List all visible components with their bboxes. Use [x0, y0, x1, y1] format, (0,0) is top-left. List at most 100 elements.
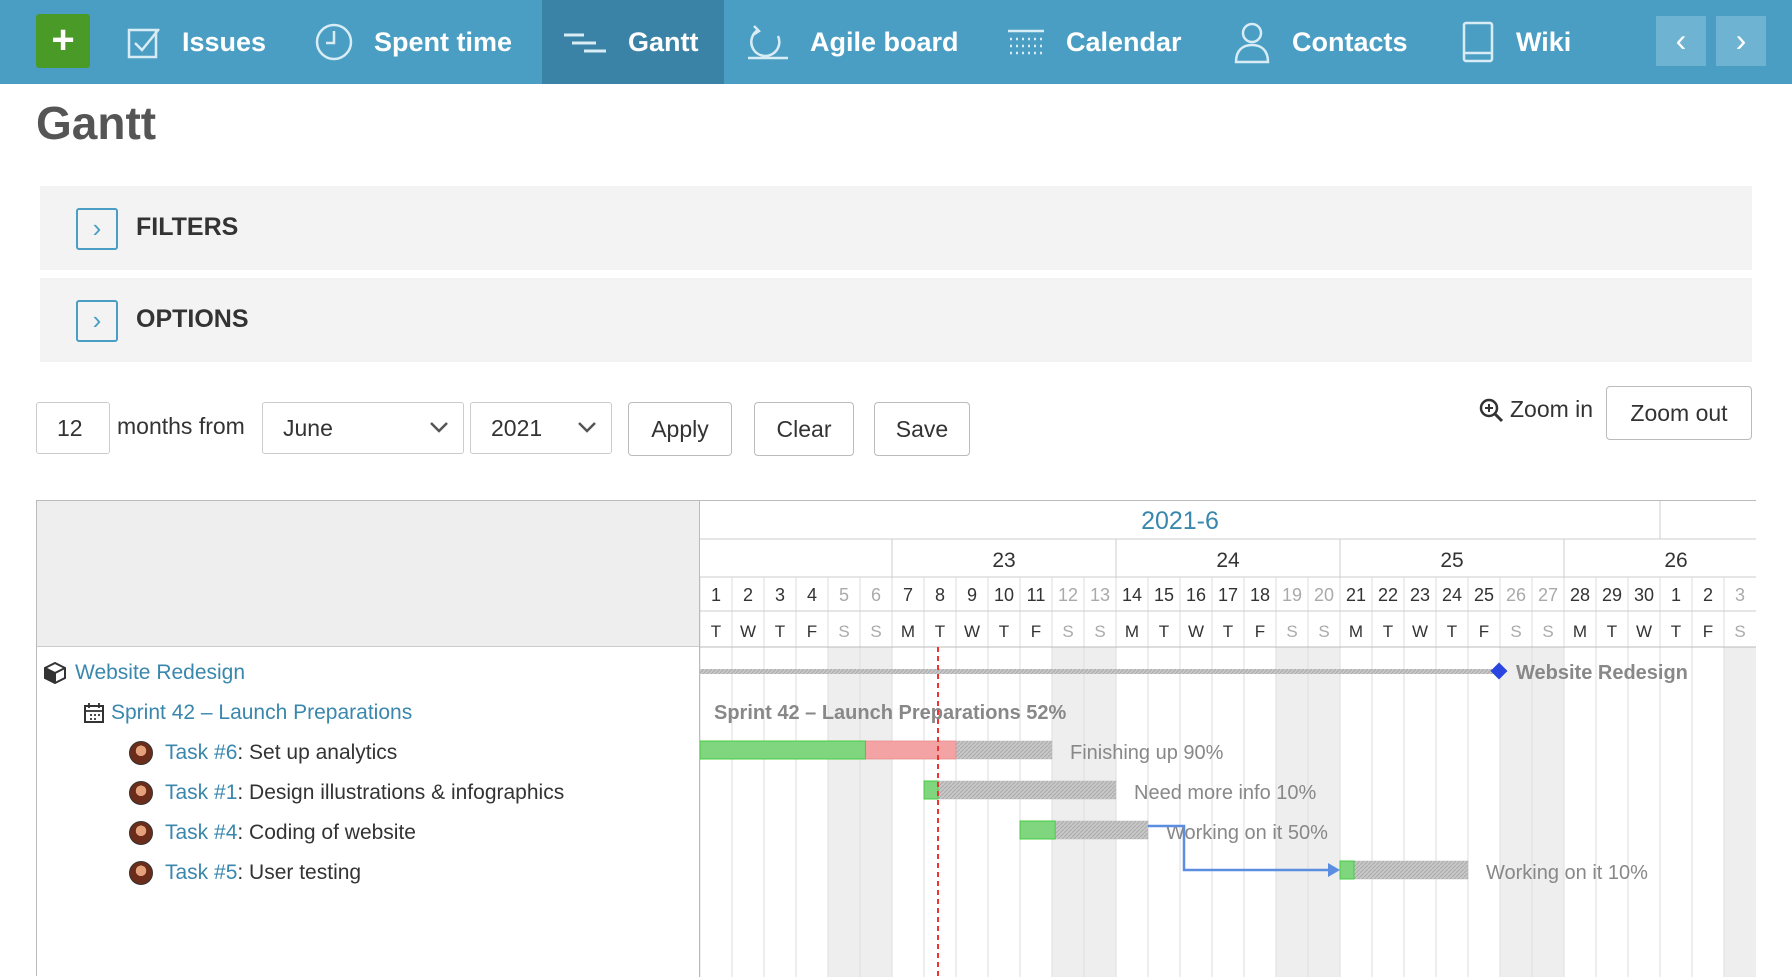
zoom-out-button[interactable]: Zoom out: [1606, 386, 1752, 440]
week-label: 24: [1216, 549, 1240, 572]
calendar-icon: [1008, 29, 1044, 55]
menu-next-button[interactable]: ›: [1716, 16, 1766, 66]
filters-fieldset: › FILTERS: [40, 186, 1752, 270]
filters-legend[interactable]: FILTERS: [136, 213, 238, 242]
weekend-column: [1308, 647, 1340, 977]
avatar: [129, 741, 153, 765]
year-select[interactable]: 2021: [470, 402, 612, 454]
tab-label: Spent time: [374, 26, 513, 57]
weekend-column: [860, 647, 892, 977]
day-label: 12: [1058, 585, 1078, 605]
gantt-chart: Website Redesign Sprint 42 – Launch Prep…: [36, 500, 1756, 977]
tab-gantt[interactable]: Gantt: [542, 0, 724, 84]
project-bar: [700, 669, 1500, 674]
issue-bar-done: [1339, 860, 1355, 880]
day-label: 9: [967, 585, 977, 605]
page-title: Gantt: [36, 97, 157, 149]
weekend-column: [828, 647, 860, 977]
gantt-subjects-header: [37, 501, 699, 647]
tab-calendar[interactable]: Calendar: [1006, 0, 1182, 84]
issue-link[interactable]: Task #5: [165, 861, 237, 885]
save-button[interactable]: Save: [874, 402, 970, 456]
day-label: 29: [1602, 585, 1622, 605]
tab-contacts[interactable]: Contacts: [1232, 0, 1408, 84]
day-label: 3: [775, 585, 785, 605]
day-label: 26: [1506, 585, 1526, 605]
weekday-label: S: [1062, 622, 1073, 641]
tab-label: Contacts: [1292, 26, 1408, 57]
weekday-label: M: [901, 622, 915, 641]
weekend-column: [1052, 647, 1084, 977]
weekday-label: T: [1447, 622, 1457, 641]
chevron-down-icon: [429, 403, 449, 472]
issue-bar-label: Working on it 50%: [1166, 822, 1328, 844]
issue-link[interactable]: Task #6: [165, 741, 237, 765]
issue-subject: : Coding of website: [237, 821, 416, 844]
day-label: 1: [711, 585, 721, 605]
issue-bar-done: [1019, 820, 1056, 840]
tab-label: Gantt: [628, 26, 699, 57]
weekday-label: T: [1223, 622, 1233, 641]
tab-wiki[interactable]: Wiki: [1460, 0, 1571, 84]
weekend-column: [1724, 647, 1756, 977]
issue-bar-label: Working on it 10%: [1486, 862, 1648, 884]
project-row: Website Redesign: [43, 661, 245, 685]
weekday-label: F: [1255, 622, 1265, 641]
gantt-icon: [564, 33, 606, 53]
weekend-column: [1276, 647, 1308, 977]
weekday-label: W: [1188, 622, 1204, 641]
gantt-timeline: 2021-623 24 25 261T2W3T4F5S6S7M8T9W10T11F12…: [700, 501, 1756, 977]
avatar: [129, 861, 153, 885]
options-toggle-button[interactable]: ›: [76, 300, 118, 342]
version-link[interactable]: Sprint 42 – Launch Preparations: [111, 701, 412, 725]
project-link[interactable]: Website Redesign: [75, 661, 245, 685]
day-label: 8: [935, 585, 945, 605]
weekday-label: T: [999, 622, 1009, 641]
tab-issues[interactable]: Issues: [126, 0, 266, 84]
weekday-label: T: [1159, 622, 1169, 641]
apply-button[interactable]: Apply: [628, 402, 732, 456]
weekday-label: S: [870, 622, 881, 641]
options-legend[interactable]: OPTIONS: [136, 305, 249, 334]
month-label: 2021-6: [1141, 507, 1219, 535]
issue-link[interactable]: Task #1: [165, 781, 237, 805]
filters-toggle-button[interactable]: ›: [76, 208, 118, 250]
day-label: 7: [903, 585, 913, 605]
options-fieldset: › OPTIONS: [40, 278, 1752, 362]
issue-bar-label: Finishing up 90%: [1070, 742, 1224, 764]
month-select[interactable]: June: [262, 402, 464, 454]
issue-link[interactable]: Task #4: [165, 821, 237, 845]
new-object-button[interactable]: +: [36, 14, 90, 68]
tab-agile-board[interactable]: Agile board: [746, 0, 959, 84]
issue-bar-todo: [923, 780, 1117, 800]
tab-spent-time[interactable]: Spent time: [314, 0, 512, 84]
issue-bar-todo: [1339, 860, 1469, 880]
year-select-value: 2021: [491, 415, 543, 441]
weekday-label: S: [1734, 622, 1745, 641]
issue-row: Task #5 : User testing: [129, 861, 361, 885]
issue-bar-done: [923, 780, 939, 800]
issue-row: Task #6 : Set up analytics: [129, 741, 397, 765]
zoom-in-label: Zoom in: [1510, 396, 1594, 422]
weekday-label: F: [1479, 622, 1489, 641]
weekday-label: T: [1671, 622, 1681, 641]
menu-prev-button[interactable]: ‹: [1656, 16, 1706, 66]
chevron-down-icon: [577, 403, 597, 472]
months-input[interactable]: 12: [36, 402, 110, 454]
clear-button[interactable]: Clear: [754, 402, 854, 456]
day-label: 21: [1346, 585, 1366, 605]
weekend-column: [1532, 647, 1564, 977]
day-label: 14: [1122, 585, 1142, 605]
day-label: 23: [1410, 585, 1430, 605]
weekday-label: M: [1573, 622, 1587, 641]
gantt-subjects-panel: Website Redesign Sprint 42 – Launch Prep…: [37, 501, 700, 977]
day-label: 1: [1671, 585, 1681, 605]
zoom-in-link[interactable]: Zoom in: [1478, 396, 1593, 423]
day-label: 17: [1218, 585, 1238, 605]
issue-subject: : Design illustrations & infographics: [237, 781, 565, 804]
day-label: 16: [1186, 585, 1206, 605]
avatar: [129, 821, 153, 845]
version-bar-label: Sprint 42 – Launch Preparations 52%: [714, 702, 1067, 724]
weekend-column: [1500, 647, 1532, 977]
day-label: 6: [871, 585, 881, 605]
